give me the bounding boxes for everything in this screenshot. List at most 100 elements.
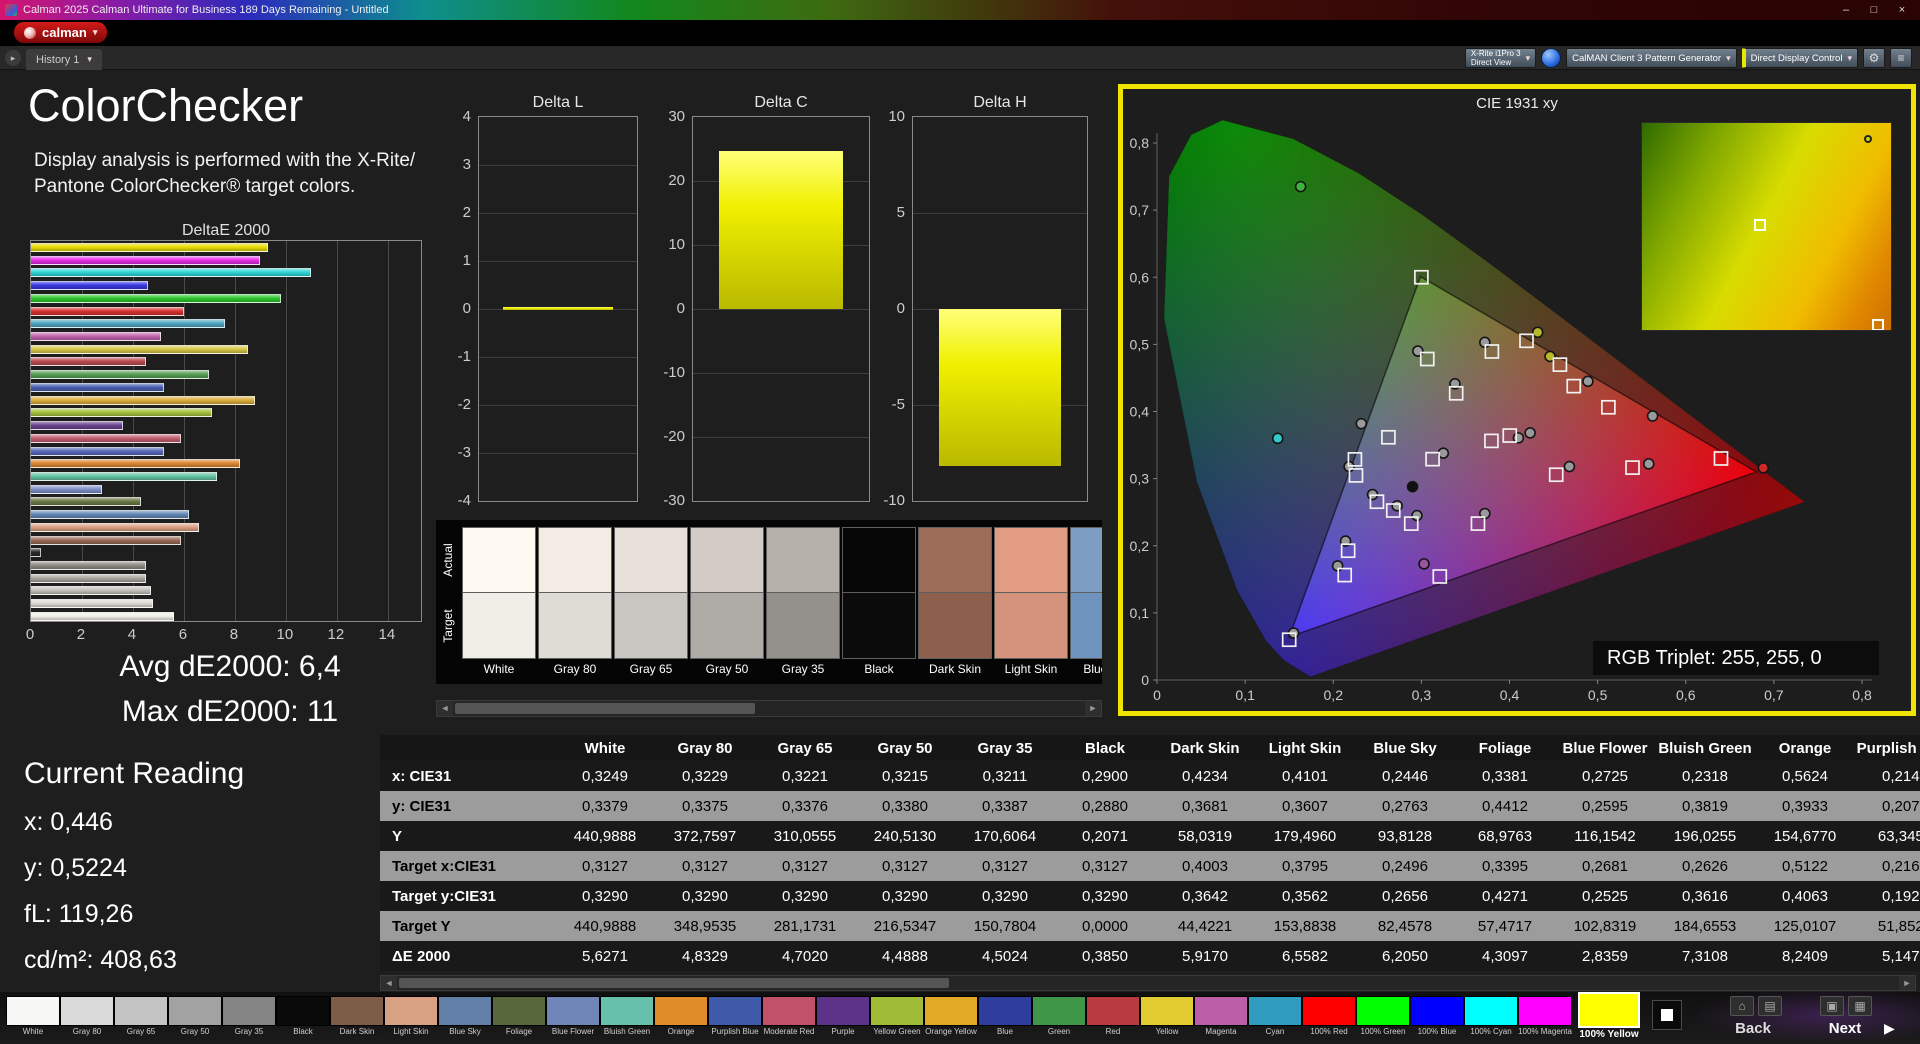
meter-name-line2: Direct View: [1471, 58, 1511, 67]
next-button[interactable]: Next: [1810, 1020, 1880, 1037]
page-title: ColorChecker: [28, 80, 303, 132]
pattern-swatch-button[interactable]: Green: [1032, 996, 1086, 1038]
scrollbar-thumb[interactable]: [455, 703, 755, 714]
swatch-target-color: [614, 593, 688, 659]
pattern-swatch-button[interactable]: Foliage: [492, 996, 546, 1038]
deltae-gridline: [388, 241, 389, 621]
pattern-swatch-button[interactable]: Orange: [654, 996, 708, 1038]
scroll-left-icon[interactable]: ◄: [381, 976, 397, 990]
table-cell: 0,2725: [1555, 768, 1655, 785]
table-row: Y440,9888372,7597310,0555240,5130170,606…: [380, 821, 1920, 851]
table-column-header: Orange: [1755, 740, 1855, 757]
pattern-swatch-color: [438, 996, 492, 1026]
layout-button[interactable]: ▤: [1758, 996, 1782, 1016]
pattern-swatch-button[interactable]: White: [6, 996, 60, 1038]
inset-target-square: [1872, 319, 1884, 331]
page-description-line2: Pantone ColorChecker® target colors.: [34, 174, 415, 200]
pattern-swatch-button[interactable]: 100% Cyan: [1464, 996, 1518, 1038]
minimize-button[interactable]: –: [1832, 0, 1860, 20]
pattern-swatch-button[interactable]: 100% Magenta: [1518, 996, 1572, 1038]
pattern-swatch-button[interactable]: Bluish Green: [600, 996, 654, 1038]
scroll-right-icon[interactable]: ►: [1899, 976, 1915, 990]
menu-button[interactable]: ≡: [1890, 48, 1912, 68]
maximize-button[interactable]: □: [1860, 0, 1888, 20]
delta-axis-label: -10: [867, 492, 905, 509]
pattern-swatch-button[interactable]: Red: [1086, 996, 1140, 1038]
window-controls: – □ ×: [1832, 0, 1916, 20]
tab-history-1[interactable]: History 1 ▾: [26, 49, 102, 70]
pattern-swatch-button[interactable]: Cyan: [1248, 996, 1302, 1038]
table-scrollbar[interactable]: ◄ ►: [380, 975, 1916, 991]
delta-axis-label: -10: [647, 364, 685, 381]
screen-button[interactable]: ▣: [1820, 996, 1844, 1016]
pattern-swatch-button[interactable]: 100% Red: [1302, 996, 1356, 1038]
table-row-label: x: CIE31: [380, 768, 555, 785]
tab-scroll-button[interactable]: ▸: [5, 50, 21, 66]
table-cell: 440,9888: [555, 918, 655, 935]
reading-fl-value: fL: 119,26: [24, 900, 133, 929]
pattern-swatch-button[interactable]: Light Skin: [384, 996, 438, 1038]
pattern-swatch-color: [1410, 996, 1464, 1026]
pattern-swatch-button[interactable]: Blue Sky: [438, 996, 492, 1038]
table-cell: 0,2071: [1055, 828, 1155, 845]
display-control-dropdown-button[interactable]: Direct Display Control ▾: [1742, 48, 1858, 68]
swatch-actual-color: [690, 527, 764, 593]
logo-bar: calman ▾: [0, 20, 1920, 46]
pattern-swatch-button[interactable]: Gray 80: [60, 996, 114, 1038]
pattern-swatch-color: [330, 996, 384, 1026]
delta-h-chart-title: Delta H: [912, 94, 1088, 112]
swatch-strip-scrollbar[interactable]: ◄ ►: [436, 700, 1102, 717]
pattern-swatch-button[interactable]: Purplish Blue: [708, 996, 762, 1038]
pattern-swatch-color: [1140, 996, 1194, 1026]
deltae-bar: [31, 307, 184, 316]
deltae-bar: [31, 548, 41, 557]
pattern-swatch-button[interactable]: Dark Skin: [330, 996, 384, 1038]
meter-device-icon[interactable]: [1541, 48, 1561, 68]
meter-name-line1: X-Rite i1Pro 3: [1471, 49, 1521, 58]
list-button[interactable]: ▦: [1848, 996, 1872, 1016]
table-cell: 116,1542: [1555, 828, 1655, 845]
meter-dropdown-button[interactable]: X-Rite i1Pro 3 Direct View ▾: [1465, 48, 1536, 68]
deltae-axis-label: 8: [222, 626, 246, 643]
table-row-label: Target y:CIE31: [380, 888, 555, 905]
delta-gridline: [479, 261, 637, 262]
close-button[interactable]: ×: [1888, 0, 1916, 20]
pattern-swatch-button[interactable]: Blue Flower: [546, 996, 600, 1038]
scroll-left-icon[interactable]: ◄: [437, 701, 453, 716]
pattern-window-button[interactable]: [1652, 1000, 1682, 1030]
delta-c-chart-title: Delta C: [692, 94, 870, 112]
scrollbar-thumb[interactable]: [399, 978, 949, 988]
table-cell: 0,3381: [1455, 768, 1555, 785]
pattern-swatch-button[interactable]: Yellow Green: [870, 996, 924, 1038]
settings-button[interactable]: ⚙: [1863, 48, 1885, 68]
deltae-bar: [31, 383, 164, 392]
swatch-row: WhiteGray 80Gray 65Gray 50Gray 35BlackDa…: [462, 527, 1102, 679]
pattern-swatch-color: [762, 996, 816, 1026]
pattern-swatch-button[interactable]: Gray 35: [222, 996, 276, 1038]
home-button[interactable]: ⌂: [1730, 996, 1754, 1016]
cie-axis-label: 0,6: [1676, 687, 1696, 703]
calman-menu-button[interactable]: calman ▾: [14, 22, 107, 43]
pattern-swatch-button[interactable]: Blue: [978, 996, 1032, 1038]
chevron-down-icon: ▾: [1526, 53, 1531, 64]
back-button[interactable]: Back: [1718, 1020, 1788, 1037]
meter-name: X-Rite i1Pro 3 Direct View: [1471, 49, 1521, 67]
pattern-swatch-button[interactable]: Orange Yellow: [924, 996, 978, 1038]
selected-pattern-swatch[interactable]: 100% Yellow: [1578, 992, 1640, 1042]
pattern-swatch-button[interactable]: Moderate Red: [762, 996, 816, 1038]
pattern-swatch-button[interactable]: Black: [276, 996, 330, 1038]
deltae-bar: [31, 561, 146, 570]
pattern-swatch-button[interactable]: 100% Green: [1356, 996, 1410, 1038]
pattern-swatch-button[interactable]: Magenta: [1194, 996, 1248, 1038]
table-row: Target x:CIE310,31270,31270,31270,31270,…: [380, 851, 1920, 881]
table-cell: 0,3215: [855, 768, 955, 785]
pattern-swatch-button[interactable]: 100% Blue: [1410, 996, 1464, 1038]
pattern-swatch-button[interactable]: Gray 50: [168, 996, 222, 1038]
pattern-swatch-button[interactable]: Gray 65: [114, 996, 168, 1038]
pattern-source-dropdown-button[interactable]: CalMAN Client 3 Pattern Generator ▾: [1566, 48, 1736, 68]
pattern-swatch-button[interactable]: Yellow: [1140, 996, 1194, 1038]
pattern-swatch-label: Moderate Red: [762, 1026, 816, 1038]
scroll-right-icon[interactable]: ►: [1085, 701, 1101, 716]
pattern-swatch-button[interactable]: Purple: [816, 996, 870, 1038]
table-cell: 8,2409: [1755, 948, 1855, 965]
